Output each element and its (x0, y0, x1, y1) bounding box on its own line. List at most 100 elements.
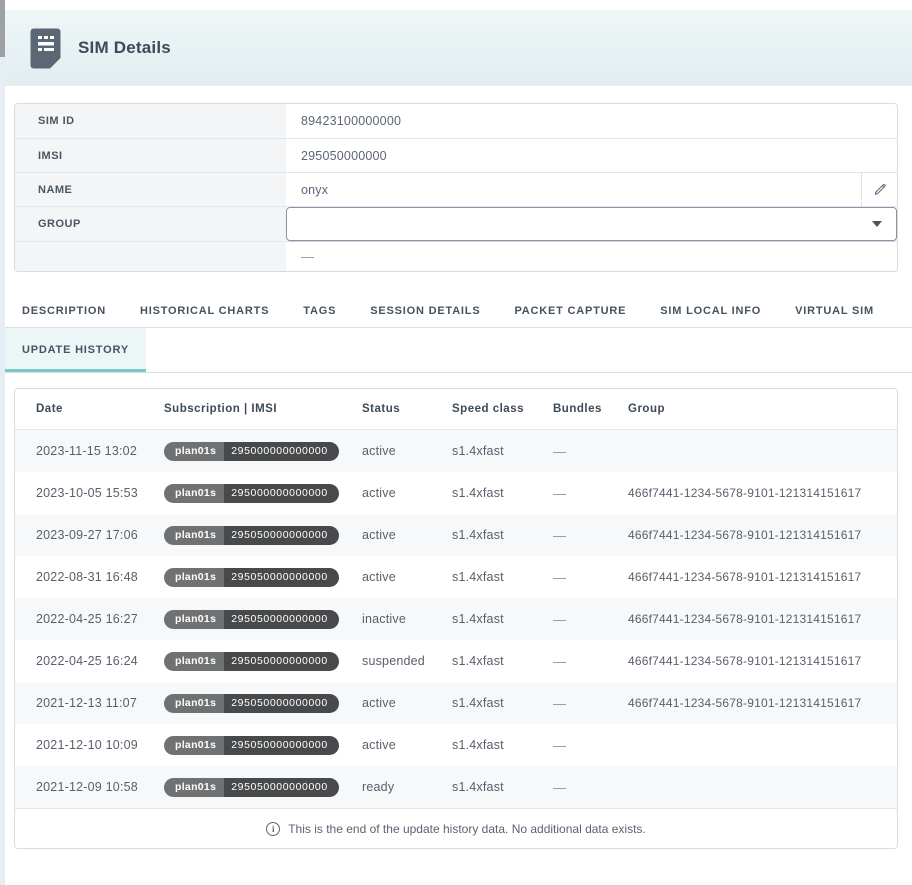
subscription-badge: plan01s 295050000000000 (164, 694, 339, 713)
info-icon: i (266, 822, 280, 836)
cell-bundles: — (553, 528, 628, 543)
cell-status: active (362, 486, 452, 500)
imsi-number: 295050000000000 (224, 778, 339, 797)
left-scrollbar-track[interactable] (0, 0, 5, 885)
tab-row-1: DESCRIPTIONHISTORICAL CHARTSTAGSSESSION … (5, 295, 912, 328)
cell-bundles: — (553, 780, 628, 795)
cell-group: 466f7441-1234-5678-9101-121314151617 (628, 486, 897, 500)
subscription-badge: plan01s 295000000000000 (164, 442, 339, 461)
end-of-data-message: This is the end of the update history da… (288, 822, 646, 836)
tab-session-details[interactable]: SESSION DETAILS (353, 295, 497, 327)
cell-speed-class: s1.4xfast (452, 738, 553, 752)
tab-packet-capture[interactable]: PACKET CAPTURE (497, 295, 643, 327)
cell-status: suspended (362, 654, 452, 668)
cell-date: 2022-04-25 16:27 (36, 612, 164, 626)
detail-row-group: GROUP (15, 206, 897, 241)
sim-details-card: SIM ID 89423100000000 IMSI 295050000000 … (14, 103, 898, 272)
group-current-value: — (301, 249, 314, 264)
plan-name: plan01s (164, 610, 224, 629)
imsi-number: 295050000000000 (224, 568, 339, 587)
plan-name: plan01s (164, 736, 224, 755)
cell-date: 2021-12-09 10:58 (36, 780, 164, 794)
subscription-badge: plan01s 295050000000000 (164, 736, 339, 755)
cell-bundles: — (553, 486, 628, 501)
left-scrollbar-thumb[interactable] (0, 0, 5, 57)
table-row: 2023-10-05 15:53 plan01s 295000000000000… (15, 472, 897, 514)
cell-bundles: — (553, 654, 628, 669)
table-row: 2023-09-27 17:06 plan01s 295050000000000… (15, 514, 897, 556)
plan-name: plan01s (164, 526, 224, 545)
group-value-cell (286, 207, 897, 241)
cell-date: 2022-08-31 16:48 (36, 570, 164, 584)
cell-subscription-imsi: plan01s 295050000000000 (164, 652, 362, 671)
subscription-badge: plan01s 295050000000000 (164, 652, 339, 671)
tab-row-2: UPDATE HISTORY (5, 328, 912, 373)
edit-name-button[interactable] (861, 173, 897, 206)
cell-speed-class: s1.4xfast (452, 486, 553, 500)
table-row: 2021-12-09 10:58 plan01s 295050000000000… (15, 766, 897, 808)
cell-speed-class: s1.4xfast (452, 444, 553, 458)
cell-date: 2023-11-15 13:02 (36, 444, 164, 458)
pencil-icon (873, 181, 887, 198)
subscription-badge: plan01s 295050000000000 (164, 778, 339, 797)
sim-id-label: SIM ID (15, 104, 286, 138)
imsi-number: 295000000000000 (224, 484, 339, 503)
imsi-number: 295050000000000 (224, 652, 339, 671)
tab-description[interactable]: DESCRIPTION (5, 295, 123, 327)
table-row: 2022-08-31 16:48 plan01s 295050000000000… (15, 556, 897, 598)
subscription-badge: plan01s 295050000000000 (164, 610, 339, 629)
cell-date: 2021-12-10 10:09 (36, 738, 164, 752)
page-header: SIM Details (0, 10, 912, 86)
cell-status: ready (362, 780, 452, 794)
cell-date: 2021-12-13 11:07 (36, 696, 164, 710)
plan-name: plan01s (164, 652, 224, 671)
tab-tags[interactable]: TAGS (286, 295, 353, 327)
cell-date: 2023-09-27 17:06 (36, 528, 164, 542)
tab-historical-charts[interactable]: HISTORICAL CHARTS (123, 295, 286, 327)
table-row: 2021-12-10 10:09 plan01s 295050000000000… (15, 724, 897, 766)
tab-update-history[interactable]: UPDATE HISTORY (5, 328, 146, 372)
detail-tabs: DESCRIPTIONHISTORICAL CHARTSTAGSSESSION … (5, 295, 912, 373)
caret-down-icon (872, 221, 882, 227)
table-header-row: Date Subscription | IMSI Status Speed cl… (15, 389, 897, 430)
cell-speed-class: s1.4xfast (452, 780, 553, 794)
cell-group: 466f7441-1234-5678-9101-121314151617 (628, 654, 897, 668)
cell-subscription-imsi: plan01s 295050000000000 (164, 694, 362, 713)
plan-name: plan01s (164, 778, 224, 797)
cell-status: inactive (362, 612, 452, 626)
table-row: 2022-04-25 16:24 plan01s 295050000000000… (15, 640, 897, 682)
table-row: 2023-11-15 13:02 plan01s 295000000000000… (15, 430, 897, 472)
plan-name: plan01s (164, 694, 224, 713)
detail-row-group-current: — (15, 241, 897, 271)
group-label: GROUP (15, 207, 286, 241)
group-select[interactable] (286, 207, 897, 241)
detail-row-name: NAME onyx (15, 172, 897, 206)
cell-subscription-imsi: plan01s 295050000000000 (164, 610, 362, 629)
column-header-group: Group (628, 403, 897, 415)
column-header-speed-class: Speed class (452, 403, 553, 415)
detail-row-imsi: IMSI 295050000000 (15, 138, 897, 172)
cell-speed-class: s1.4xfast (452, 654, 553, 668)
subscription-badge: plan01s 295050000000000 (164, 568, 339, 587)
table-footer: i This is the end of the update history … (15, 808, 897, 848)
table-row: 2021-12-13 11:07 plan01s 295050000000000… (15, 682, 897, 724)
plan-name: plan01s (164, 568, 224, 587)
imsi-number: 295050000000000 (224, 694, 339, 713)
cell-subscription-imsi: plan01s 295050000000000 (164, 778, 362, 797)
tab-virtual-sim[interactable]: VIRTUAL SIM (778, 295, 891, 327)
column-header-subscription-imsi: Subscription | IMSI (164, 403, 362, 415)
plan-name: plan01s (164, 442, 224, 461)
imsi-number: 295050000000000 (224, 610, 339, 629)
detail-row-sim-id: SIM ID 89423100000000 (15, 104, 897, 138)
group-current-label-spacer (15, 242, 286, 271)
cell-bundles: — (553, 612, 628, 627)
imsi-number: 295000000000000 (224, 442, 339, 461)
cell-status: active (362, 444, 452, 458)
plan-name: plan01s (164, 484, 224, 503)
table-row: 2022-04-25 16:27 plan01s 295050000000000… (15, 598, 897, 640)
name-value-cell: onyx (286, 173, 897, 206)
cell-subscription-imsi: plan01s 295050000000000 (164, 526, 362, 545)
cell-speed-class: s1.4xfast (452, 612, 553, 626)
tab-sim-local-info[interactable]: SIM LOCAL INFO (643, 295, 778, 327)
cell-group: 466f7441-1234-5678-9101-121314151617 (628, 696, 897, 710)
